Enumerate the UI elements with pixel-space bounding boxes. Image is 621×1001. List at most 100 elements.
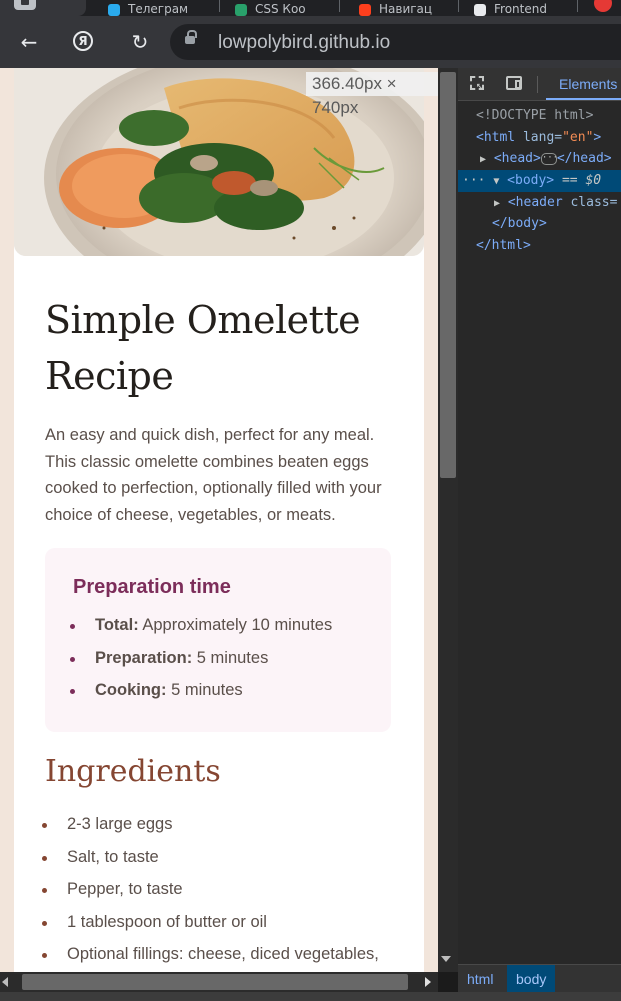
profile-badge-icon[interactable] (594, 0, 612, 12)
list-item: 2-3 large eggs (42, 815, 173, 834)
horizontal-scrollbar-thumb[interactable] (22, 974, 408, 990)
scroll-right-arrow-icon[interactable] (425, 977, 431, 987)
tab-label: Телеграм (128, 2, 189, 16)
collapsed-ellipsis-icon[interactable]: ··· (540, 152, 558, 165)
item-value: 5 minutes (196, 649, 269, 667)
viewport-size-overlay: 366.40px × 740px (306, 72, 438, 117)
list-item: Total: Approximately 10 minutes (70, 616, 333, 635)
back-arrow-icon[interactable]: ← (15, 28, 43, 56)
item-label: Total: (95, 616, 139, 634)
tab-elements[interactable]: Elements (546, 68, 621, 100)
bullet (70, 624, 75, 629)
yandex-icon (359, 4, 371, 16)
tab-current[interactable] (0, 0, 86, 16)
devtools-panel: Elements <!DOCTYPE html> <html lang="en"… (458, 68, 621, 992)
list-item: Salt, to taste (42, 848, 159, 867)
tab-separator (577, 0, 578, 12)
expand-triangle-icon[interactable]: ▶ (458, 154, 486, 165)
attr-value: "en" (562, 130, 594, 145)
tab-label: Frontend (494, 2, 547, 16)
tag-text: </body> (492, 216, 547, 231)
reload-icon[interactable]: ↻ (126, 28, 154, 56)
collapse-triangle-icon[interactable]: ▼ (493, 176, 499, 187)
tab-frontend[interactable]: Frontend (474, 0, 547, 16)
recipe-intro: An easy and quick dish, perfect for any … (45, 426, 382, 524)
attr-name: class= (562, 195, 618, 210)
breadcrumb-html[interactable]: html (458, 965, 502, 992)
item-label: Preparation: (95, 649, 193, 667)
omelette-photo (14, 68, 424, 256)
url-text[interactable]: lowpolybird.github.io (218, 32, 390, 54)
bullet (42, 888, 47, 893)
preparation-time-box: Preparation time Total: Approximately 10… (45, 548, 391, 732)
tab-navigation[interactable]: Навигац (359, 0, 432, 16)
tag-text: <html (476, 130, 516, 145)
browser-toolbar: ← Я ↻ lowpolybird.github.io (0, 16, 621, 68)
bullet (42, 953, 47, 958)
dom-node-body-selected[interactable]: ··· ▼ <body> == $0 (458, 170, 621, 192)
bullet (70, 657, 75, 662)
dom-node-head[interactable]: ▶ <head>···</head> (458, 148, 621, 170)
tab-telegram[interactable]: Телеграм (108, 0, 188, 16)
ingredient-text: Optional fillings: cheese, diced vegetab… (67, 945, 379, 963)
list-item: Cooking: 5 minutes (70, 681, 243, 700)
list-item: Preparation: 5 minutes (70, 649, 269, 668)
app-logo-icon (14, 0, 36, 10)
toolbar-divider (537, 76, 538, 93)
bullet (42, 823, 47, 828)
ingredient-text: 2-3 large eggs (67, 815, 173, 833)
bullet (42, 921, 47, 926)
item-label: Cooking: (95, 681, 167, 699)
bullet (70, 689, 75, 694)
vertical-scrollbar-thumb[interactable] (440, 72, 456, 478)
item-value: Approximately 10 minutes (142, 616, 333, 634)
tab-separator (219, 0, 220, 12)
lock-icon[interactable] (185, 30, 197, 44)
ingredient-text: 1 tablespoon of butter or oil (67, 913, 267, 931)
scrollbar-corner (438, 972, 458, 992)
address-bar[interactable]: lowpolybird.github.io (170, 24, 621, 60)
tab-css[interactable]: CSS Коо (235, 0, 306, 16)
list-item: 1 tablespoon of butter or oil (42, 913, 267, 932)
breadcrumb-body[interactable]: body (507, 965, 556, 992)
scroll-left-arrow-icon[interactable] (2, 977, 8, 987)
tab-label: CSS Коо (255, 2, 306, 16)
tag-text: </html> (476, 238, 531, 253)
node-actions-icon[interactable]: ··· (458, 173, 485, 188)
tab-label: Навигац (379, 2, 433, 16)
selected-marker: == $0 (554, 173, 602, 188)
page-title: Simple Omelette Recipe (45, 298, 361, 398)
expand-triangle-icon[interactable]: ▶ (458, 198, 500, 209)
dom-node-html[interactable]: <html lang="en"> (458, 127, 621, 149)
ingredient-text: Pepper, to taste (67, 880, 183, 898)
list-item: Pepper, to taste (42, 880, 183, 899)
tag-text: <header (507, 195, 563, 210)
dom-node-header[interactable]: ▶ <header class= (458, 192, 621, 214)
inspect-element-icon[interactable] (470, 76, 484, 92)
tag-text: <body> (507, 173, 555, 188)
yandex-button-icon[interactable]: Я (73, 31, 93, 51)
tab-separator (458, 0, 459, 12)
preparation-title: Preparation time (73, 576, 231, 598)
devtools-toolbar: Elements (458, 68, 621, 101)
scroll-down-arrow-icon[interactable] (441, 956, 451, 962)
dom-node-doctype[interactable]: <!DOCTYPE html> (458, 105, 621, 127)
item-value: 5 minutes (171, 681, 243, 699)
ingredients-title: Ingredients (45, 754, 221, 789)
device-toolbar-icon[interactable] (506, 76, 522, 90)
browser-tab-strip: Телеграм CSS Коо Навигац Frontend (0, 0, 621, 16)
dom-node-html-close[interactable]: </html> (458, 235, 621, 257)
page-viewport: Simple Omelette Recipe An easy and quick… (0, 68, 438, 972)
tab-separator (339, 0, 340, 12)
breadcrumb: html body (458, 964, 621, 992)
tag-text: </head> (556, 151, 612, 166)
dom-node-body-close[interactable]: </body> (458, 213, 621, 235)
attr-name: lang= (515, 130, 563, 145)
list-item: Optional fillings: cheese, diced vegetab… (42, 945, 379, 964)
bullet (42, 856, 47, 861)
window-bottom-edge (0, 992, 621, 1001)
ingredient-text: Salt, to taste (67, 848, 159, 866)
page-icon (474, 4, 486, 16)
omelette-illustration (14, 68, 424, 256)
tag-text: > (593, 130, 602, 145)
